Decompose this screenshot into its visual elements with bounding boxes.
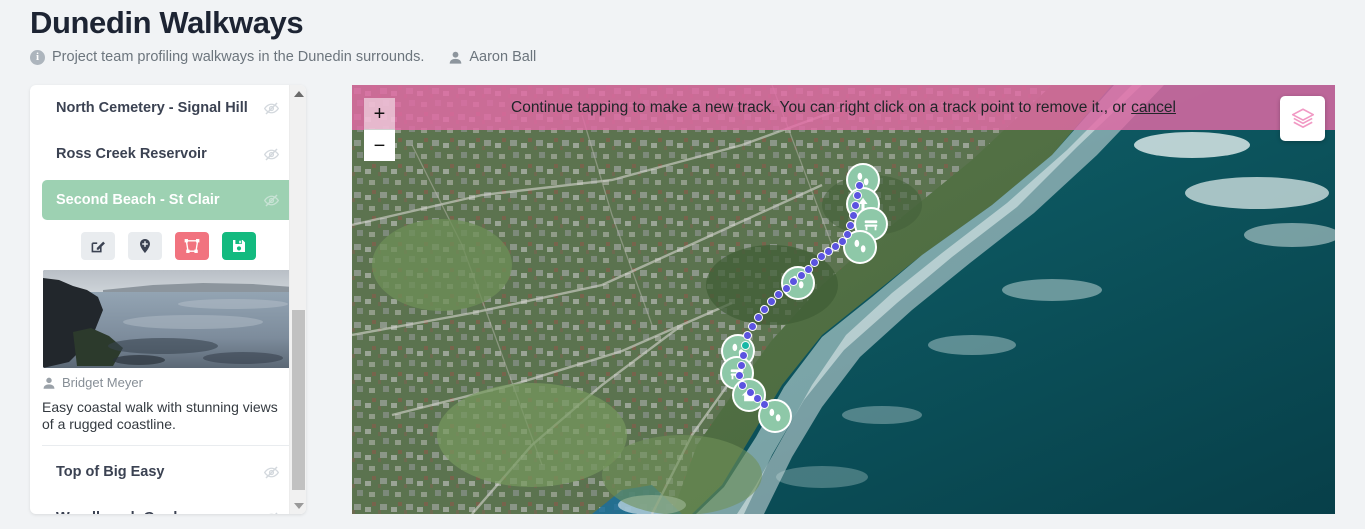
walkway-name: North Cemetery - Signal Hill [56,100,248,116]
project-owner: Aaron Ball [448,49,536,65]
track-point[interactable] [774,290,783,299]
map-instruction-banner: Continue tapping to make a new track. Yo… [352,85,1335,130]
walkway-name: Ross Creek Reservoir [56,146,207,162]
track-point[interactable] [767,297,776,306]
sidebar-item-woodhaugh-gardens[interactable]: Woodhaugh Gardens [42,498,294,514]
track-point[interactable] [797,271,806,280]
track-point[interactable] [741,341,750,350]
eye-slash-icon[interactable] [263,146,280,163]
edit-walkway-button[interactable] [80,232,115,260]
track-point[interactable] [851,201,860,210]
track-point[interactable] [855,181,864,190]
info-circle-icon: i [30,49,45,65]
scroll-up-button[interactable] [290,85,306,102]
walkway-sidebar: North Cemetery - Signal Hill Ross Creek … [30,85,306,514]
track-point[interactable] [760,305,769,314]
app-root: Dunedin Walkways i Project team profilin… [0,0,1365,529]
track-point[interactable] [754,313,763,322]
layers-stack-icon [1291,107,1314,128]
eye-slash-icon[interactable] [263,464,280,481]
zoom-out-button[interactable]: − [364,130,395,161]
track-point[interactable] [737,361,746,370]
caret-down-icon [293,502,304,509]
eye-slash-icon[interactable] [263,100,280,117]
page-header: Dunedin Walkways i Project team profilin… [30,0,536,65]
walkway-name: Woodhaugh Gardens [56,510,202,514]
walkway-list: North Cemetery - Signal Hill Ross Creek … [30,85,306,514]
track-point[interactable] [738,381,747,390]
map-canvas[interactable]: + − Continue tapping to make a new track… [352,85,1335,514]
walkway-name: Top of Big Easy [56,464,165,480]
track-point[interactable] [760,400,769,409]
footprints-icon [769,408,781,422]
map-zoom-controls: + − [364,98,395,161]
map-layers-button[interactable] [1280,96,1325,141]
track-point[interactable] [782,284,791,293]
scroll-down-button[interactable] [290,497,306,514]
walkway-thumbnail[interactable] [43,270,293,368]
sidebar-item-top-of-big-easy[interactable]: Top of Big Easy [42,452,294,492]
footprints-icon [854,239,866,253]
track-point[interactable] [853,191,862,200]
page-title: Dunedin Walkways [30,5,304,40]
photo-credit: Bridget Meyer [42,375,294,390]
scrollbar-thumb[interactable] [292,310,305,490]
cancel-link[interactable]: cancel [1131,99,1176,117]
sidebar-item-north-cemetery-signal-hill[interactable]: North Cemetery - Signal Hill [42,88,294,128]
walkway-description: Easy coastal walk with stunning views of… [42,399,292,446]
banner-message: Continue tapping to make a new track. Yo… [511,98,1127,116]
track-point[interactable] [739,351,748,360]
eye-slash-icon[interactable] [263,510,280,515]
photo-credit-name: Bridget Meyer [62,375,143,390]
track-point[interactable] [789,277,798,286]
edit-pencil-square-icon [91,241,105,253]
track-point[interactable] [748,322,757,331]
track-point[interactable] [735,371,744,380]
add-point-button[interactable] [127,232,162,260]
save-button[interactable] [221,232,256,260]
floppy-save-icon [232,240,245,252]
walkway-name: Second Beach - St Clair [56,192,220,208]
user-icon [43,377,55,389]
coastal-photo [43,270,293,368]
satellite-basemap [352,85,1335,514]
sidebar-scrollbar[interactable] [289,85,306,514]
sidebar-item-second-beach-st-clair[interactable]: Second Beach - St Clair [42,180,294,220]
project-description-text: Project team profiling walkways in the D… [52,49,425,65]
track-point[interactable] [846,221,855,230]
header-subline: i Project team profiling walkways in the… [30,49,536,65]
eye-slash-icon[interactable] [263,192,280,209]
project-owner-name: Aaron Ball [469,49,537,65]
draw-track-button[interactable] [174,232,209,260]
caret-up-icon [293,90,304,97]
map-pin-plus-icon [139,238,150,254]
polygon-draw-icon [184,239,199,253]
project-description: i Project team profiling walkways in the… [30,49,424,65]
track-point[interactable] [849,211,858,220]
zoom-in-button[interactable]: + [364,98,395,129]
walkway-action-bar [42,232,294,260]
user-icon [450,51,462,64]
track-point[interactable] [743,331,752,340]
sidebar-item-ross-creek-reservoir[interactable]: Ross Creek Reservoir [42,134,294,174]
